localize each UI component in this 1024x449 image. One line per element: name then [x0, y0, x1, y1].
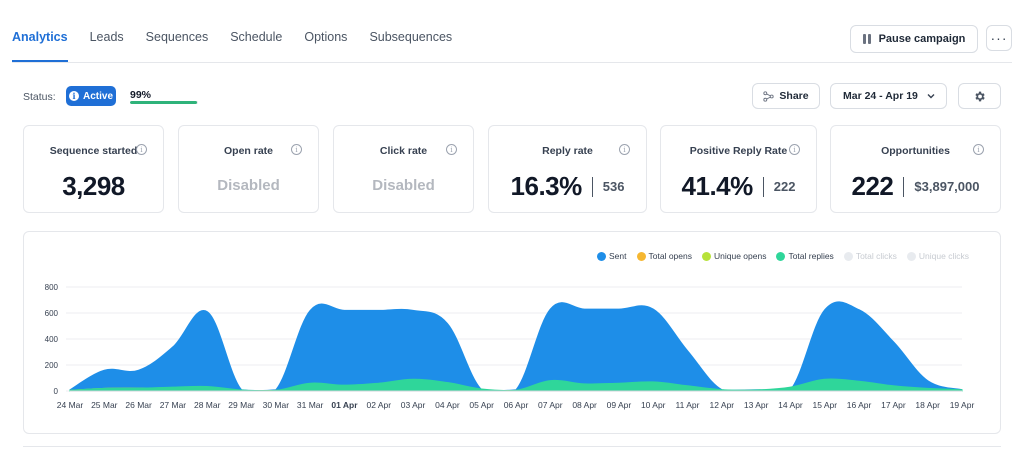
y-tick-label: 600	[45, 309, 59, 318]
x-tick-label: 01 Apr	[331, 400, 358, 410]
x-tick-label: 28 Mar	[194, 400, 221, 410]
y-tick-label: 0	[54, 387, 59, 396]
y-tick-label: 200	[45, 361, 59, 370]
x-tick-label: 04 Apr	[435, 400, 460, 410]
y-tick-label: 400	[45, 335, 59, 344]
x-tick-label: 29 Mar	[228, 400, 255, 410]
x-tick-label: 31 Mar	[297, 400, 324, 410]
series-area-sent	[69, 301, 963, 392]
x-tick-label: 27 Mar	[160, 400, 187, 410]
x-tick-label: 16 Apr	[847, 400, 872, 410]
x-tick-label: 19 Apr	[950, 400, 975, 410]
x-tick-label: 26 Mar	[125, 400, 152, 410]
x-tick-label: 14 Apr	[778, 400, 803, 410]
x-tick-label: 10 Apr	[641, 400, 666, 410]
x-tick-label: 13 Apr	[744, 400, 769, 410]
area-chart: 0 200 400 600 800 24 Mar 25 Mar 26 Mar 27 Mar 28 …	[45, 283, 975, 410]
x-tick-label: 06 Apr	[504, 400, 529, 410]
x-tick-label: 08 Apr	[572, 400, 597, 410]
x-tick-label: 07 Apr	[538, 400, 563, 410]
x-tick-label: 30 Mar	[263, 400, 290, 410]
x-tick-label: 03 Apr	[401, 400, 426, 410]
y-tick-label: 800	[45, 283, 59, 292]
x-tick-label: 02 Apr	[366, 400, 391, 410]
x-tick-label: 25 Mar	[91, 400, 118, 410]
x-tick-label: 17 Apr	[881, 400, 906, 410]
x-tick-label: 09 Apr	[607, 400, 632, 410]
x-tick-label: 18 Apr	[915, 400, 940, 410]
x-tick-label: 12 Apr	[710, 400, 735, 410]
x-tick-label: 11 Apr	[676, 400, 700, 410]
x-tick-label: 24 Mar	[57, 400, 84, 410]
x-tick-label: 15 Apr	[812, 400, 837, 410]
bottom-divider	[23, 446, 1001, 447]
x-tick-label: 05 Apr	[469, 400, 494, 410]
